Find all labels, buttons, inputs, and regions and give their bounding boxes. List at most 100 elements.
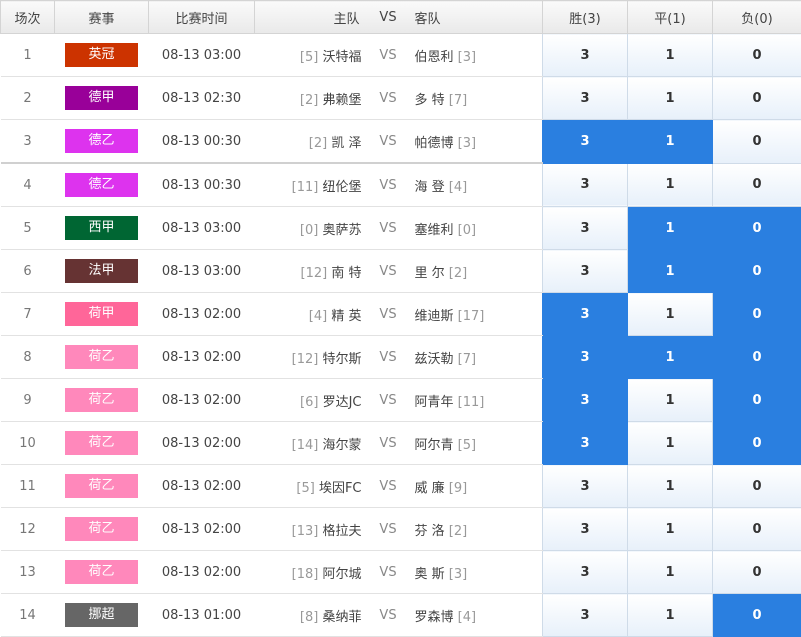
home-name: 弗赖堡 (322, 92, 362, 108)
lose-option[interactable]: 0 (712, 206, 801, 250)
draw-option[interactable]: 1 (627, 76, 713, 120)
draw-option[interactable]: 1 (627, 33, 713, 77)
draw-option[interactable]: 1 (627, 378, 713, 422)
lose-option[interactable]: 0 (712, 292, 801, 336)
home-name: 阿尔城 (322, 566, 362, 582)
home-rank: [4] (308, 308, 328, 324)
draw-option[interactable]: 1 (627, 206, 713, 250)
home-name: 南 特 (331, 265, 362, 281)
lose-option[interactable]: 0 (712, 162, 801, 207)
home-name: 纽伦堡 (322, 179, 362, 195)
draw-option[interactable]: 1 (627, 593, 713, 637)
match-number: 10 (0, 421, 55, 465)
league-cell: 德甲 (54, 76, 149, 120)
league-cell: 英冠 (54, 33, 149, 77)
lose-option[interactable]: 0 (712, 335, 801, 379)
league-cell: 德乙 (54, 119, 149, 164)
league-badge[interactable]: 荷甲 (65, 302, 138, 326)
win-option[interactable]: 3 (542, 76, 628, 120)
away-rank: [4] (448, 179, 468, 195)
win-option[interactable]: 3 (542, 292, 628, 336)
away-rank: [5] (457, 437, 477, 453)
header-home: 主队 (254, 0, 372, 34)
home-name: 埃因FC (318, 480, 362, 496)
home-rank: [0] (299, 222, 319, 238)
table-row: 2 德甲 08-13 02:30 [2] 弗赖堡 VS 多 特 [7] 3 1 0 (0, 76, 801, 120)
league-cell: 荷乙 (54, 550, 149, 594)
draw-option[interactable]: 1 (627, 421, 713, 465)
league-badge[interactable]: 荷乙 (65, 431, 138, 455)
lose-option[interactable]: 0 (712, 378, 801, 422)
lose-option[interactable]: 0 (712, 76, 801, 120)
match-time: 08-13 02:00 (148, 335, 255, 379)
league-badge[interactable]: 荷乙 (65, 560, 138, 584)
win-option[interactable]: 3 (542, 421, 628, 465)
lose-option[interactable]: 0 (712, 33, 801, 77)
home-name: 奥萨苏 (322, 222, 362, 238)
away-name: 塞维利 (414, 222, 454, 238)
match-list: 1 英冠 08-13 03:00 [5] 沃特福 VS 伯恩利 [3] 3 1 0 2 德甲 08-1… (0, 33, 801, 637)
league-badge[interactable]: 荷乙 (65, 474, 138, 498)
league-cell: 法甲 (54, 249, 149, 293)
vs-label: VS (371, 335, 405, 379)
win-option[interactable]: 3 (542, 119, 628, 164)
win-option[interactable]: 3 (542, 206, 628, 250)
win-option[interactable]: 3 (542, 335, 628, 379)
table-row: 11 荷乙 08-13 02:00 [5] 埃因FC VS 威 廉 [9] 3 1 0 (0, 464, 801, 508)
draw-option[interactable]: 1 (627, 464, 713, 508)
win-option[interactable]: 3 (542, 249, 628, 293)
league-badge[interactable]: 荷乙 (65, 345, 138, 369)
match-time: 08-13 00:30 (148, 119, 255, 164)
away-team: 罗森博 [4] (404, 593, 543, 637)
lose-option[interactable]: 0 (712, 464, 801, 508)
win-option[interactable]: 3 (542, 162, 628, 207)
lose-option[interactable]: 0 (712, 249, 801, 293)
league-badge[interactable]: 德乙 (65, 173, 138, 197)
league-badge[interactable]: 德甲 (65, 86, 138, 110)
draw-option[interactable]: 1 (627, 292, 713, 336)
win-option[interactable]: 3 (542, 378, 628, 422)
draw-option[interactable]: 1 (627, 507, 713, 551)
league-badge[interactable]: 法甲 (65, 259, 138, 283)
home-team: [6] 罗达JC (254, 378, 372, 422)
league-badge[interactable]: 荷乙 (65, 517, 138, 541)
win-option[interactable]: 3 (542, 464, 628, 508)
win-option[interactable]: 3 (542, 507, 628, 551)
match-number: 1 (0, 33, 55, 77)
away-name: 维迪斯 (414, 308, 454, 324)
league-badge[interactable]: 德乙 (65, 129, 138, 153)
draw-option[interactable]: 1 (627, 249, 713, 293)
away-team: 塞维利 [0] (404, 206, 543, 250)
vs-label: VS (371, 507, 405, 551)
draw-option[interactable]: 1 (627, 550, 713, 594)
home-team: [5] 埃因FC (254, 464, 372, 508)
vs-label: VS (371, 421, 405, 465)
lose-option[interactable]: 0 (712, 119, 801, 164)
draw-option[interactable]: 1 (627, 119, 713, 164)
home-rank: [2] (308, 135, 328, 151)
away-name: 奥 斯 (414, 566, 445, 582)
draw-option[interactable]: 1 (627, 335, 713, 379)
lose-option[interactable]: 0 (712, 507, 801, 551)
home-team: [13] 格拉夫 (254, 507, 372, 551)
home-team: [2] 凯 泽 (254, 119, 372, 164)
league-badge[interactable]: 英冠 (65, 43, 138, 67)
win-option[interactable]: 3 (542, 593, 628, 637)
league-badge[interactable]: 西甲 (65, 216, 138, 240)
vs-label: VS (371, 249, 405, 293)
win-option[interactable]: 3 (542, 33, 628, 77)
home-name: 格拉夫 (322, 523, 362, 539)
league-badge[interactable]: 荷乙 (65, 388, 138, 412)
header-away: 客队 (404, 0, 543, 34)
draw-option[interactable]: 1 (627, 162, 713, 207)
lose-option[interactable]: 0 (712, 421, 801, 465)
win-option[interactable]: 3 (542, 550, 628, 594)
home-team: [11] 纽伦堡 (254, 163, 372, 207)
home-name: 桑纳菲 (322, 609, 362, 625)
league-cell: 荷乙 (54, 507, 149, 551)
match-time: 08-13 02:00 (148, 550, 255, 594)
league-badge[interactable]: 挪超 (65, 603, 138, 627)
lose-option[interactable]: 0 (712, 593, 801, 637)
vs-label: VS (371, 593, 405, 637)
lose-option[interactable]: 0 (712, 550, 801, 594)
